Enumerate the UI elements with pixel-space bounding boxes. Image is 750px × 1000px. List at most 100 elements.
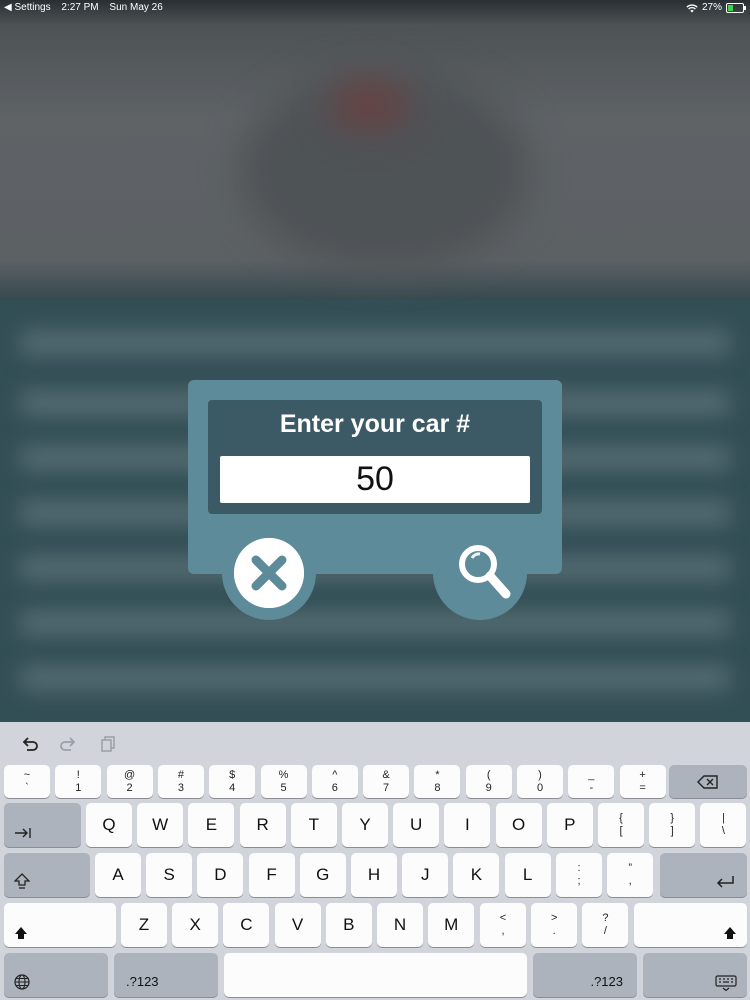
key-label: O [511,815,526,834]
key-letter[interactable]: U [393,803,440,847]
key-number[interactable]: & 7 [363,765,410,798]
key-letter[interactable]: K [453,853,500,897]
key-letter[interactable]: Q [86,803,132,847]
globe-icon [14,974,30,990]
key-label: P [564,815,576,834]
key-letter[interactable]: H [351,853,397,897]
key-letter[interactable]: E [188,803,235,847]
key-number[interactable]: % 5 [260,765,307,798]
key-symbol[interactable]: }] [649,803,696,847]
key-shift-symbol: > [550,912,558,924]
key-label: B [343,915,355,934]
key-shift-symbol: ) [538,768,542,781]
key-symbol: [ [619,825,623,837]
key-shift-symbol: ( [486,768,491,781]
key-letter[interactable]: P [546,803,593,847]
search-button[interactable] [450,538,520,608]
shift-key-left[interactable] [4,903,116,947]
key-symbol[interactable]: >. [531,903,578,947]
key-letter[interactable]: C [223,903,270,947]
wifi-icon [686,3,698,12]
cancel-button[interactable] [234,538,304,608]
key-letter[interactable]: V [274,903,321,947]
key-number[interactable]: @2 [106,765,153,798]
key-number[interactable]: * 8 [414,765,461,798]
key-symbol[interactable]: <, [480,903,526,947]
key-symbol: 5 [280,781,287,794]
shift-key-right[interactable] [634,903,747,947]
key-symbol[interactable]: :; [556,853,602,897]
key-letter[interactable]: S [146,853,193,897]
paste-icon[interactable] [98,734,118,754]
key-number[interactable]: _ - [568,765,615,798]
key-number[interactable]: (9 [465,765,512,798]
redo-icon[interactable] [58,734,78,754]
key-shift-symbol: $ [229,768,236,781]
key-shift-symbol: ! [76,768,80,781]
key-number[interactable]: ~ ` [4,765,50,798]
key-letter[interactable]: M [428,903,475,947]
key-symbol: / [603,925,607,937]
key-letter[interactable]: F [248,853,295,897]
key-symbol: 7 [383,781,390,794]
key-number[interactable]: $4 [209,765,256,798]
key-letter[interactable]: T [290,803,337,847]
key-symbol: . [552,925,556,937]
key-letter[interactable]: O [495,803,542,847]
key-label: V [291,915,304,934]
backspace-key[interactable] [669,765,747,798]
key-letter[interactable]: R [239,803,286,847]
caps-lock-key[interactable] [4,853,90,897]
back-to-settings[interactable]: ◀ Settings [4,2,51,13]
key-symbol: ` [25,781,29,794]
key-letter[interactable]: A [95,853,141,897]
tab-key[interactable] [4,803,81,847]
key-number[interactable]: ! 1 [55,765,102,798]
key-shift-symbol: } [670,812,675,824]
key-letter[interactable]: B [325,903,372,947]
key-number[interactable]: + = [619,765,666,798]
return-icon [716,876,734,888]
numbers-key-right[interactable]: .?123 [533,953,637,997]
key-number[interactable]: ^ 6 [311,765,358,798]
key-letter[interactable]: X [172,903,219,947]
key-letter[interactable]: L [504,853,551,897]
key-letter[interactable]: G [299,853,346,897]
key-shift-symbol: ” [628,862,633,874]
caps-lock-icon [14,873,30,889]
key-label: H [367,865,381,884]
key-shift-symbol: | [721,812,725,824]
key-letter[interactable]: Y [342,803,388,847]
key-number[interactable]: ) 0 [517,765,563,798]
key-symbol: 9 [485,781,492,794]
key-label: S [163,865,175,884]
key-number[interactable]: #3 [157,765,204,798]
key-shift-symbol: @ [124,768,136,781]
key-shift-symbol: % [278,768,289,781]
key-shift-symbol: + [639,768,646,781]
key-symbol[interactable]: {[ [598,803,644,847]
key-label: L [522,865,533,884]
return-key[interactable] [660,853,747,897]
key-symbol[interactable]: | \ [700,803,747,847]
key-letter[interactable]: I [444,803,491,847]
key-letter[interactable]: J [402,853,449,897]
key-shift-symbol: * [435,768,440,781]
space-key[interactable] [224,953,527,997]
hide-keyboard-key[interactable] [643,953,747,997]
undo-icon[interactable] [20,734,40,754]
globe-key[interactable] [4,953,108,997]
car-number-input[interactable] [220,456,530,503]
key-letter[interactable]: W [137,803,184,847]
key-letter[interactable]: Z [121,903,167,947]
background-app [0,0,750,722]
key-letter[interactable]: D [197,853,244,897]
key-symbol[interactable]: ”, [607,853,654,897]
search-icon [459,545,511,599]
key-symbol: \ [721,825,725,837]
key-label: D [214,865,227,884]
key-letter[interactable]: N [377,903,423,947]
key-symbol[interactable]: ? / [582,903,629,947]
key-symbol: 1 [75,781,82,794]
numbers-key-left[interactable]: .?123 [114,953,218,997]
